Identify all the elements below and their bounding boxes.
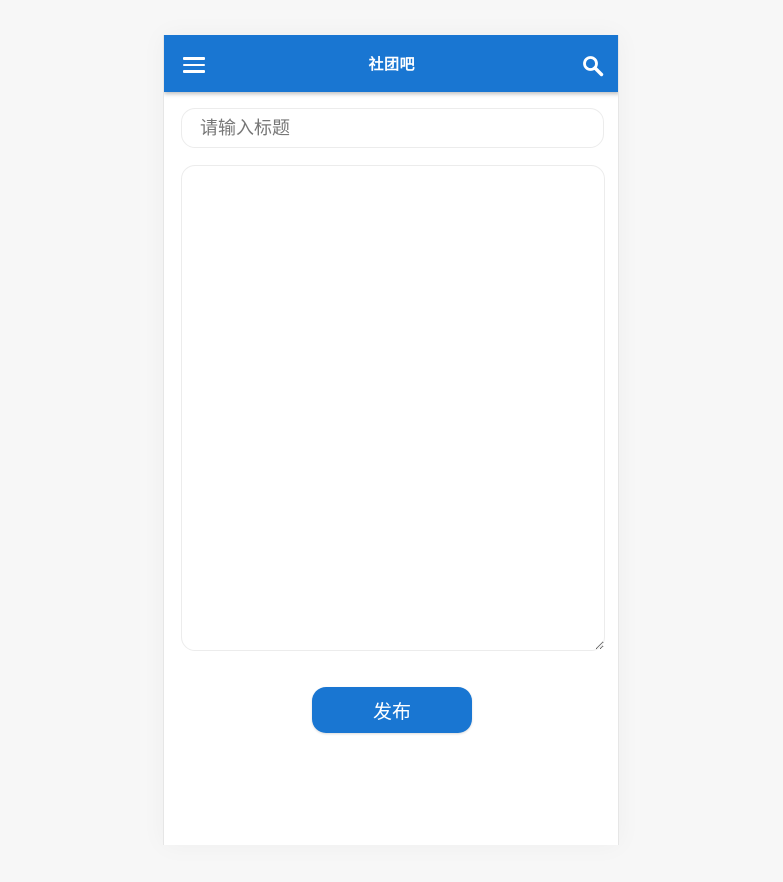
app-bar: 社团吧 — [164, 35, 618, 92]
app-screen: 社团吧 发布 — [163, 35, 619, 845]
search-icon[interactable] — [582, 55, 604, 77]
publish-button[interactable]: 发布 — [312, 687, 472, 733]
app-title: 社团吧 — [368, 55, 416, 73]
title-input[interactable] — [181, 108, 604, 148]
content-textarea[interactable] — [181, 165, 605, 651]
